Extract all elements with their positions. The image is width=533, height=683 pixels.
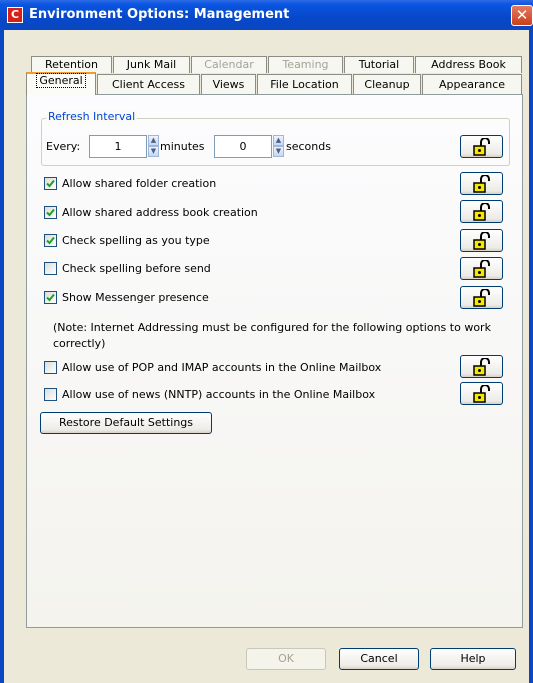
lock-button-spell-as-you-type[interactable] xyxy=(460,229,503,252)
tab-tutorial[interactable]: Tutorial xyxy=(344,56,414,73)
lock-button-nntp[interactable] xyxy=(460,382,503,405)
tab-address-book[interactable]: Address Book xyxy=(415,56,522,73)
lock-button-messenger-presence[interactable] xyxy=(460,286,503,309)
title-bar: C Environment Options: Management ✕ xyxy=(0,0,533,30)
tab-general[interactable]: General xyxy=(26,72,96,95)
checkbox-spell-before-send[interactable] xyxy=(44,262,57,275)
close-button[interactable]: ✕ xyxy=(511,5,533,26)
option-label[interactable]: Allow shared folder creation xyxy=(62,177,216,190)
spin-up-icon[interactable]: ▲ xyxy=(148,135,159,146)
check-icon xyxy=(46,293,55,302)
option-label[interactable]: Check spelling as you type xyxy=(62,234,210,247)
ok-button[interactable]: OK xyxy=(246,648,326,670)
option-label[interactable]: Allow use of POP and IMAP accounts in th… xyxy=(62,361,381,374)
lock-button-refresh[interactable] xyxy=(460,135,503,158)
tab-retention[interactable]: Retention xyxy=(31,56,112,73)
tab-file-location[interactable]: File Location xyxy=(257,74,352,94)
restore-defaults-button[interactable]: Restore Default Settings xyxy=(40,412,212,434)
dialog-window: C Environment Options: Management ✕ Rete… xyxy=(0,0,533,683)
window-title: Environment Options: Management xyxy=(29,7,290,22)
check-icon xyxy=(46,208,55,217)
minutes-input[interactable]: 1 xyxy=(89,135,147,158)
app-icon: C xyxy=(7,7,23,23)
unlock-icon xyxy=(473,260,490,278)
checkbox-shared-folder[interactable] xyxy=(44,177,57,190)
refresh-interval-title: Refresh Interval xyxy=(46,110,138,123)
option-label[interactable]: Allow use of news (NNTP) accounts in the… xyxy=(62,388,375,401)
unlock-icon xyxy=(473,203,490,221)
tab-appearance[interactable]: Appearance xyxy=(422,74,522,94)
lock-button-spell-before-send[interactable] xyxy=(460,257,503,280)
internet-addressing-note: (Note: Internet Addressing must be confi… xyxy=(53,321,491,350)
every-label: Every: xyxy=(46,140,81,153)
tab-views[interactable]: Views xyxy=(201,74,256,94)
unlock-icon xyxy=(473,289,490,307)
lock-button-pop-imap[interactable] xyxy=(460,355,503,378)
checkbox-spell-as-you-type[interactable] xyxy=(44,234,57,247)
checkbox-nntp[interactable] xyxy=(44,388,57,401)
unlock-icon xyxy=(473,358,490,376)
spin-up-icon[interactable]: ▲ xyxy=(273,135,284,146)
unlock-icon xyxy=(473,385,490,403)
tab-calendar: Calendar xyxy=(191,56,267,73)
unlock-icon xyxy=(473,175,490,193)
lock-button-shared-address-book[interactable] xyxy=(460,200,503,223)
help-button[interactable]: Help xyxy=(430,648,516,670)
minutes-label: minutes xyxy=(160,140,205,153)
option-label[interactable]: Show Messenger presence xyxy=(62,291,209,304)
tab-teaming: Teaming xyxy=(268,56,343,73)
check-icon xyxy=(46,179,55,188)
checkbox-messenger-presence[interactable] xyxy=(44,291,57,304)
check-icon xyxy=(46,236,55,245)
seconds-label: seconds xyxy=(286,140,331,153)
checkbox-pop-imap[interactable] xyxy=(44,361,57,374)
option-label[interactable]: Allow shared address book creation xyxy=(62,206,258,219)
unlock-icon xyxy=(473,232,490,250)
option-label[interactable]: Check spelling before send xyxy=(62,262,211,275)
window-border-left xyxy=(0,30,4,683)
tab-junk-mail[interactable]: Junk Mail xyxy=(113,56,190,73)
window-border-right xyxy=(529,30,533,683)
unlock-icon xyxy=(473,138,490,156)
lock-button-shared-folder[interactable] xyxy=(460,172,503,195)
tab-client-access[interactable]: Client Access xyxy=(97,74,200,94)
tab-cleanup[interactable]: Cleanup xyxy=(353,74,421,94)
checkbox-shared-address-book[interactable] xyxy=(44,206,57,219)
minutes-spinner[interactable]: ▲ ▼ xyxy=(148,135,159,157)
spin-down-icon[interactable]: ▼ xyxy=(148,146,159,157)
seconds-input[interactable]: 0 xyxy=(214,135,272,158)
seconds-spinner[interactable]: ▲ ▼ xyxy=(273,135,284,157)
tab-general-label: General xyxy=(36,73,86,88)
spin-down-icon[interactable]: ▼ xyxy=(273,146,284,157)
cancel-button[interactable]: Cancel xyxy=(339,648,419,670)
